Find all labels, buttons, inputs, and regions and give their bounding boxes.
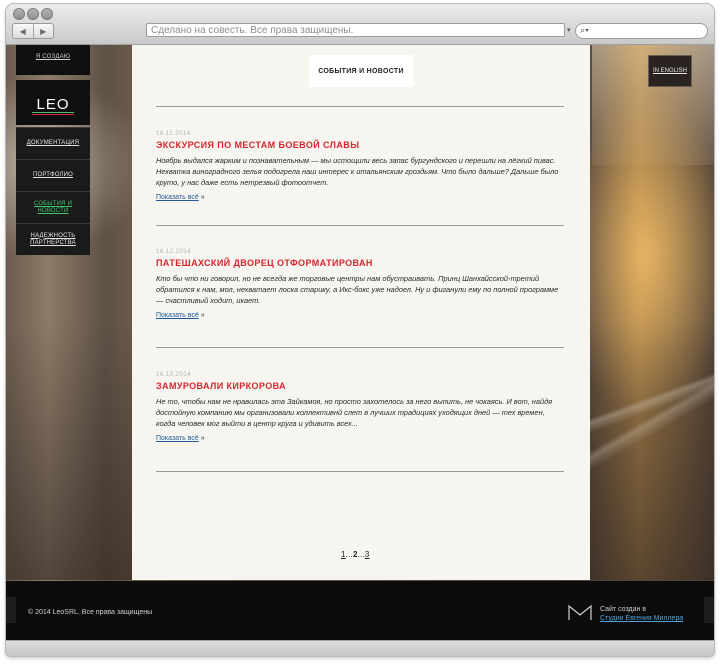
post-title[interactable]: ПАТЕШАХСКИЙ ДВОРЕЦ ОТФОРМАТИРОВАН	[156, 258, 566, 268]
minimize-window-button[interactable]	[27, 8, 39, 20]
address-dropdown-icon[interactable]: ▾	[567, 26, 571, 34]
post-excerpt: Не то, чтобы нам не нравилась эта Зайкам…	[156, 397, 553, 428]
news-post: 16.13.2014 ЗАМУРОВАЛИ КИРКОРОВА Не то, ч…	[156, 372, 566, 442]
studio-logo-icon[interactable]	[568, 605, 592, 621]
nav-item-portfolio[interactable]: Портфолио	[16, 159, 90, 191]
post-title[interactable]: ЗАМУРОВАЛИ КИРКОРОВА	[156, 381, 566, 391]
nav-item-news[interactable]: События и новости	[16, 191, 90, 223]
nav-item-partnership[interactable]: Надежность партнерства	[16, 223, 90, 255]
show-all-link[interactable]: Показать всё »	[156, 312, 566, 319]
divider	[156, 347, 564, 348]
forward-icon[interactable]: ▶	[32, 24, 54, 38]
news-post: 16.12.2014 ПАТЕШАХСКИЙ ДВОРЕЦ ОТФОРМАТИР…	[156, 249, 566, 319]
close-window-button[interactable]	[13, 8, 25, 20]
top-link-label: Я СОЗДАЮ	[35, 54, 71, 60]
studio-link[interactable]: Студии Евгения Миллера	[600, 614, 683, 623]
language-button[interactable]: IN ENGLISH	[648, 55, 692, 87]
zoom-window-button[interactable]	[41, 8, 53, 20]
show-all-label: Показать всё	[156, 435, 199, 442]
browser-window: ◀ ▶ Сделано на совесть. Все права защище…	[6, 4, 714, 656]
show-all-label: Показать всё	[156, 194, 199, 201]
main-nav: Документация Портфолио События и новости…	[16, 127, 90, 255]
browser-toolbar: ◀ ▶ Сделано на совесть. Все права защище…	[6, 4, 714, 45]
show-all-link[interactable]: Показать всё »	[156, 194, 566, 201]
post-excerpt: Кто бы что ни говорил, но не всегда же т…	[156, 274, 559, 305]
section-title: События и новости	[309, 55, 413, 87]
show-all-label: Показать всё	[156, 312, 199, 319]
page-viewport: Я СОЗДАЮ LEO Документация Портфолио Собы…	[6, 45, 714, 640]
browser-statusbar	[6, 640, 714, 656]
arrow-icon: »	[200, 312, 205, 319]
footer-credit: Сайт создан в Студии Евгения Миллера	[600, 605, 683, 623]
address-bar[interactable]: Сделано на совесть. Все права защищены.	[146, 23, 565, 37]
footer-copyright: © 2014 LeoSRL. Все права защищены	[28, 609, 153, 616]
logo-text: LEO	[36, 96, 69, 113]
divider	[156, 106, 564, 107]
divider	[156, 225, 564, 226]
post-date: 16.11.2014	[156, 131, 191, 137]
post-date: 16.12.2014	[156, 249, 192, 255]
navigation-buttons: ◀ ▶	[12, 23, 54, 39]
back-icon[interactable]: ◀	[13, 24, 33, 38]
page-separator: ...	[345, 550, 353, 559]
content-column: События и новости 16.11.2014 ЭКСКУРСИЯ П…	[132, 45, 590, 580]
credit-text: Сайт создан в	[600, 606, 647, 613]
site-footer: © 2014 LeoSRL. Все права защищены Сайт с…	[6, 581, 714, 640]
post-date: 16.13.2014	[156, 372, 192, 378]
nav-item-documentation[interactable]: Документация	[16, 127, 90, 159]
page-separator: ...	[357, 550, 365, 559]
arrow-icon: »	[200, 435, 205, 442]
pagination: 1...2...3	[341, 550, 370, 559]
top-link[interactable]: Я СОЗДАЮ	[16, 45, 90, 75]
search-icon: ⌕▾	[580, 25, 589, 35]
arrow-icon: »	[200, 194, 205, 201]
post-title[interactable]: ЭКСКУРСИЯ ПО МЕСТАМ БОЕВОЙ СЛАВЫ	[156, 140, 566, 150]
site-logo[interactable]: LEO	[16, 80, 90, 125]
page-link-3[interactable]: 3	[365, 550, 370, 559]
divider	[156, 471, 564, 472]
post-excerpt: Ноябрь выдался жарким и познавательным —…	[156, 156, 559, 187]
footer-edge	[6, 597, 16, 623]
logo-mark: LEO	[32, 96, 74, 115]
show-all-link[interactable]: Показать всё »	[156, 435, 566, 442]
news-post: 16.11.2014 ЭКСКУРСИЯ ПО МЕСТАМ БОЕВОЙ СЛ…	[156, 131, 566, 201]
footer-edge	[704, 597, 714, 623]
browser-search-field[interactable]: ⌕▾	[575, 23, 708, 39]
